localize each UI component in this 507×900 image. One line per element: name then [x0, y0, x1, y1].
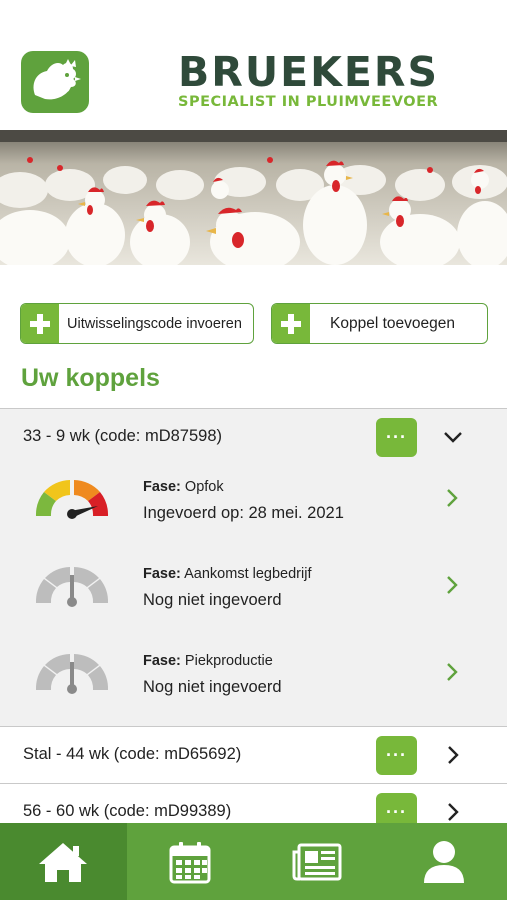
enter-exchange-code-button[interactable]: Uitwisselingscode invoeren [20, 303, 254, 344]
phase-row[interactable]: Fase: Piekproductie Nog niet ingevoerd [0, 639, 507, 726]
phase-name: Fase: Aankomst legbedrijf [143, 566, 311, 582]
gauge-inactive-icon [34, 650, 110, 696]
gauge-inactive-icon [34, 563, 110, 609]
tab-home[interactable] [0, 823, 127, 900]
flock-header[interactable]: Stal - 44 wk (code: mD65692) ··· [0, 727, 507, 783]
add-flock-label: Koppel toevoegen [330, 314, 455, 332]
flock-item: 33 - 9 wk (code: mD87598) ··· Fase: Opfo… [0, 408, 507, 726]
more-options-button[interactable]: ··· [376, 418, 417, 457]
phase-status: Nog niet ingevoerd [143, 591, 282, 609]
tab-calendar[interactable] [127, 823, 254, 900]
phase-row[interactable]: Fase: Opfok Ingevoerd op: 28 mei. 2021 [0, 465, 507, 552]
flock-list: 33 - 9 wk (code: mD87598) ··· Fase: Opfo… [0, 408, 507, 840]
chevron-right-icon[interactable] [442, 801, 464, 823]
phase-name-value: Piekproductie [184, 653, 273, 669]
calendar-icon [169, 841, 211, 883]
phase-name: Fase: Opfok [143, 479, 224, 495]
flock-name: 56 - 60 wk (code: mD99389) [23, 802, 232, 820]
phase-name: Fase: Piekproductie [143, 653, 273, 669]
app-header: BRUEKERS SPECIALIST IN PLUIMVEEVOER [0, 0, 507, 130]
chevron-down-icon[interactable] [442, 426, 464, 448]
flock-name: Stal - 44 wk (code: mD65692) [23, 745, 242, 763]
brand-name: BRUEKERS [178, 48, 439, 96]
brand-tagline: SPECIALIST IN PLUIMVEEVOER [178, 94, 439, 110]
more-options-icon: ··· [386, 802, 407, 822]
phase-status: Nog niet ingevoerd [143, 678, 282, 696]
brand-logo: BRUEKERS SPECIALIST IN PLUIMVEEVOER [178, 48, 478, 111]
flock-item: Stal - 44 wk (code: mD65692) ··· [0, 726, 507, 783]
phase-label-prefix: Fase: [143, 653, 181, 669]
hero-chickens-image [0, 130, 507, 265]
phase-name-value: Aankomst legbedrijf [184, 566, 312, 582]
bottom-tab-bar [0, 823, 507, 900]
phase-label-prefix: Fase: [143, 479, 181, 495]
chevron-right-icon[interactable] [442, 744, 464, 766]
more-options-icon: ··· [386, 745, 407, 765]
section-title: Uw koppels [21, 364, 160, 392]
plus-icon [21, 304, 59, 343]
phase-row[interactable]: Fase: Aankomst legbedrijf Nog niet ingev… [0, 552, 507, 639]
more-options-icon: ··· [386, 427, 407, 447]
plus-icon [272, 304, 310, 343]
newspaper-icon [292, 843, 342, 880]
flock-header[interactable]: 33 - 9 wk (code: mD87598) ··· [0, 409, 507, 465]
chevron-right-icon[interactable] [444, 574, 460, 596]
phase-label-prefix: Fase: [143, 566, 181, 582]
tab-news[interactable] [254, 823, 381, 900]
chevron-right-icon[interactable] [444, 487, 460, 509]
gauge-active-icon [34, 476, 110, 522]
home-icon [39, 842, 88, 882]
tab-profile[interactable] [380, 823, 507, 900]
flock-name: 33 - 9 wk (code: mD87598) [23, 427, 223, 445]
more-options-button[interactable]: ··· [376, 736, 417, 775]
phase-status: Ingevoerd op: 28 mei. 2021 [143, 504, 344, 522]
add-flock-button[interactable]: Koppel toevoegen [271, 303, 488, 344]
rooster-logo-icon [21, 51, 89, 113]
profile-icon [423, 840, 464, 883]
enter-exchange-code-label: Uitwisselingscode invoeren [67, 315, 242, 332]
chevron-right-icon[interactable] [444, 661, 460, 683]
phase-name-value: Opfok [184, 479, 224, 495]
